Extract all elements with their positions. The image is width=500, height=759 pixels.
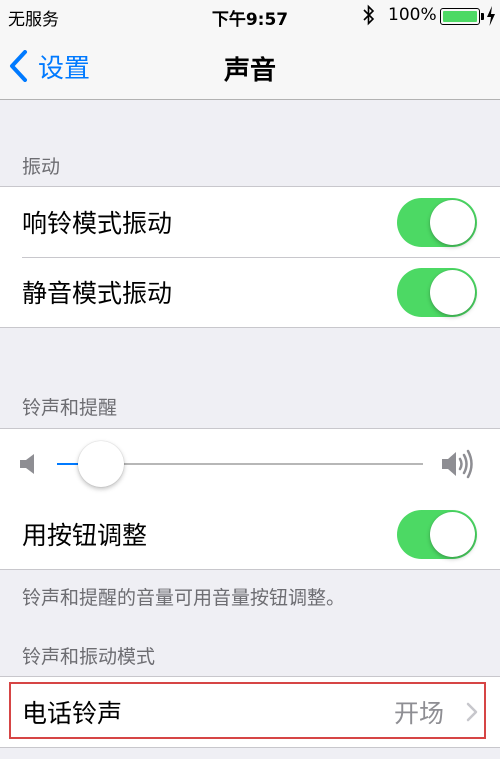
vibrate-group: 响铃模式振动 静音模式振动: [0, 186, 500, 328]
slider-thumb[interactable]: [77, 441, 124, 487]
ringtone-value: 开场: [393, 699, 444, 728]
page-title: 声音: [223, 56, 276, 86]
vibrate-on-ring-toggle[interactable]: [397, 198, 477, 247]
section-header-ringer: 铃声和提醒: [22, 397, 118, 419]
ringer-group: 用按钮调整: [0, 428, 500, 570]
bluetooth-icon: [363, 4, 375, 26]
status-bar: 无服务 下午9:57 100%: [0, 0, 500, 32]
vibrate-on-ring-label: 响铃模式振动: [22, 209, 173, 238]
ringer-volume-row: [0, 429, 500, 499]
change-with-buttons-label: 用按钮调整: [22, 521, 148, 550]
volume-low-icon: [20, 454, 34, 474]
volume-high-icon: [442, 449, 473, 479]
battery-icon: [440, 8, 480, 25]
section-header-patterns: 铃声和振动模式: [22, 646, 156, 668]
battery-cap: [481, 13, 484, 20]
change-with-buttons-toggle[interactable]: [397, 510, 477, 559]
chevron-right-icon: [466, 702, 478, 722]
charging-bolt-icon: [487, 6, 495, 26]
ringtone-label: 电话铃声: [22, 699, 123, 728]
row-vibrate-on-ring: 响铃模式振动: [0, 187, 500, 257]
vibrate-on-silent-toggle[interactable]: [397, 268, 477, 317]
row-vibrate-on-silent: 静音模式振动: [0, 257, 500, 327]
battery-fill: [443, 11, 477, 22]
section-header-vibrate: 振动: [22, 156, 61, 178]
toggle-knob: [430, 200, 475, 245]
toggle-knob: [430, 512, 475, 557]
toggle-knob: [430, 270, 475, 315]
row-ringtone[interactable]: 电话铃声 开场: [0, 677, 500, 747]
vibrate-on-silent-label: 静音模式振动: [22, 279, 173, 308]
ringer-footer-note: 铃声和提醒的音量可用音量按钮调整。: [22, 587, 346, 609]
patterns-group: 电话铃声 开场: [0, 676, 500, 748]
navigation-bar: 设置 声音: [0, 32, 500, 100]
battery-percent: 100%: [388, 5, 437, 25]
row-change-with-buttons: 用按钮调整: [0, 499, 500, 569]
